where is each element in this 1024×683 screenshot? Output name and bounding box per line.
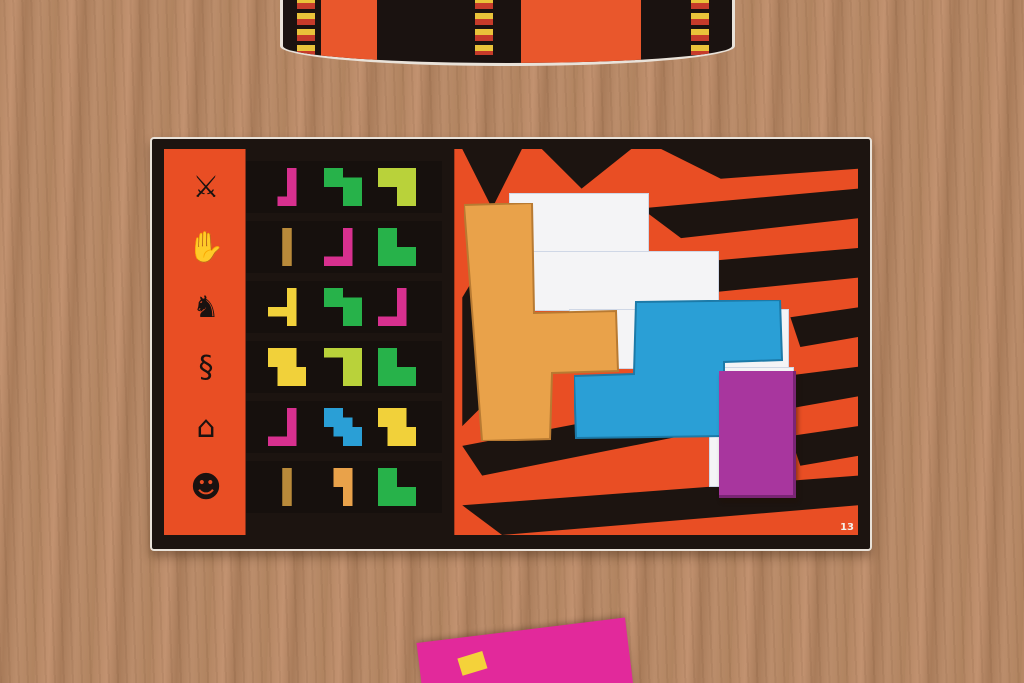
hut-icon: ⌂ (196, 409, 216, 445)
mask-icon: ☻ (190, 469, 222, 505)
tabletop-photo: ⚔ ✋ ♞ § ⌂ ☻ 13 (0, 0, 1024, 683)
l-piece-magenta (324, 228, 353, 266)
l-piece-green (378, 228, 416, 266)
piece-row (246, 341, 442, 393)
gazelle-icon: ♞ (192, 289, 220, 325)
s-piece-green (324, 288, 362, 326)
top-puzzle-card (280, 0, 735, 66)
l-piece-green (378, 468, 416, 506)
l-piece-magenta (277, 168, 297, 206)
pink-card-piece (457, 650, 488, 676)
l-piece-magenta (378, 288, 407, 326)
card-number: 13 (840, 522, 854, 533)
i-piece-brown (282, 228, 292, 266)
top-card-band (521, 0, 641, 63)
handprint-icon: ✋ (187, 229, 225, 265)
piece-row (246, 461, 442, 513)
shield-spears-icon: ⚔ (192, 169, 220, 205)
puzzle-card: ⚔ ✋ ♞ § ⌂ ☻ 13 (150, 137, 872, 551)
piece-row (246, 281, 442, 333)
l-piece-lime (378, 168, 416, 206)
top-card-band (321, 0, 377, 63)
l-piece-green (378, 348, 416, 386)
s-piece-green (324, 168, 362, 206)
z-piece-yellow (268, 348, 306, 386)
piece-row (246, 401, 442, 453)
z-piece-lime (324, 348, 362, 386)
z-piece-yellow (378, 408, 416, 446)
piece-row (246, 161, 442, 213)
puzzle-board (464, 193, 796, 498)
i-piece-brown (282, 468, 292, 506)
t-piece-orange (333, 468, 353, 506)
card-face: ⚔ ✋ ♞ § ⌂ ☻ 13 (164, 149, 858, 535)
purple-i-piece (719, 371, 796, 498)
top-card-pattern (297, 0, 315, 55)
snake-icon: § (198, 349, 214, 385)
top-card-pattern (475, 0, 493, 55)
s-piece-blue (324, 408, 362, 446)
piece-row (246, 221, 442, 273)
l-piece-magenta (268, 408, 297, 446)
top-card-pattern (691, 0, 709, 55)
t-piece-yellow (268, 288, 297, 326)
